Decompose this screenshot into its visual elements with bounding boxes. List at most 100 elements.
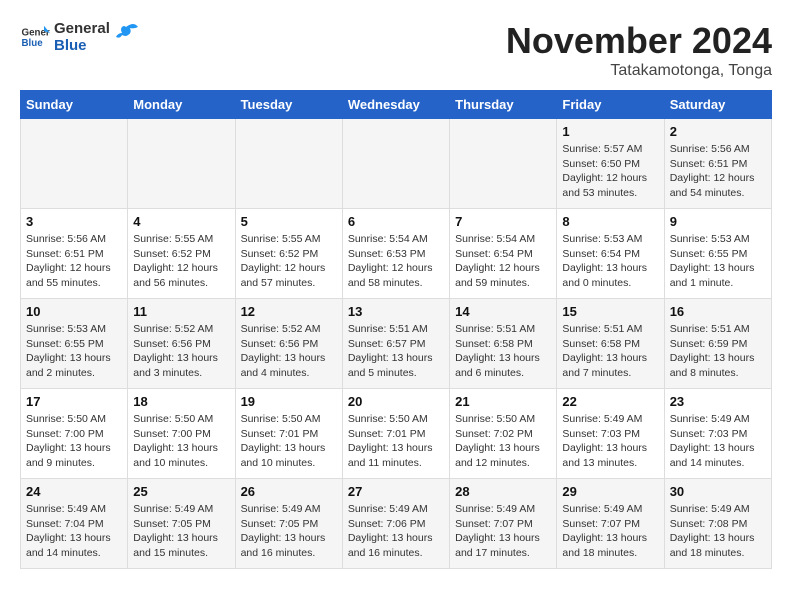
day-number: 26 [241, 484, 337, 499]
day-info: Sunrise: 5:50 AMSunset: 7:00 PMDaylight:… [133, 412, 229, 471]
calendar-table: SundayMondayTuesdayWednesdayThursdayFrid… [20, 90, 772, 569]
calendar-day-cell: 2 Sunrise: 5:56 AMSunset: 6:51 PMDaylight… [664, 119, 771, 209]
day-info: Sunrise: 5:51 AMSunset: 6:57 PMDaylight:… [348, 322, 444, 381]
day-number: 16 [670, 304, 766, 319]
day-info: Sunrise: 5:49 AMSunset: 7:05 PMDaylight:… [133, 502, 229, 561]
empty-day-cell [342, 119, 449, 209]
day-number: 19 [241, 394, 337, 409]
day-info: Sunrise: 5:49 AMSunset: 7:03 PMDaylight:… [562, 412, 658, 471]
empty-day-cell [21, 119, 128, 209]
day-number: 6 [348, 214, 444, 229]
day-number: 25 [133, 484, 229, 499]
day-number: 23 [670, 394, 766, 409]
calendar-day-cell: 17Sunrise: 5:50 AMSunset: 7:00 PMDayligh… [21, 389, 128, 479]
logo-general: General [54, 20, 110, 37]
weekday-header-monday: Monday [128, 91, 235, 119]
day-number: 28 [455, 484, 551, 499]
day-info: Sunrise: 5:50 AMSunset: 7:01 PMDaylight:… [241, 412, 337, 471]
day-number: 9 [670, 214, 766, 229]
day-number: 22 [562, 394, 658, 409]
location: Tatakamotonga, Tonga [506, 62, 772, 80]
calendar-week-row: 3Sunrise: 5:56 AMSunset: 6:51 PMDaylight… [21, 209, 772, 299]
calendar-day-cell: 13 Sunrise: 5:51 AMSunset: 6:57 PMDayligh… [342, 299, 449, 389]
day-info: Sunrise: 5:49 AMSunset: 7:04 PMDaylight:… [26, 502, 122, 561]
day-number: 13 [348, 304, 444, 319]
weekday-header-friday: Friday [557, 91, 664, 119]
calendar-day-cell: 24 Sunrise: 5:49 AMSunset: 7:04 PMDayligh… [21, 479, 128, 569]
day-info: Sunrise: 5:49 AMSunset: 7:07 PMDaylight:… [562, 502, 658, 561]
day-number: 14 [455, 304, 551, 319]
calendar-day-cell: 9 Sunrise: 5:53 AMSunset: 6:55 PMDaylight… [664, 209, 771, 299]
calendar-day-cell: 12Sunrise: 5:52 AMSunset: 6:56 PMDayligh… [235, 299, 342, 389]
weekday-header-thursday: Thursday [450, 91, 557, 119]
day-info: Sunrise: 5:50 AMSunset: 7:01 PMDaylight:… [348, 412, 444, 471]
empty-day-cell [235, 119, 342, 209]
empty-day-cell [128, 119, 235, 209]
day-number: 18 [133, 394, 229, 409]
page-header: General Blue General Blue November 2024 … [20, 20, 772, 80]
day-number: 27 [348, 484, 444, 499]
day-number: 17 [26, 394, 122, 409]
calendar-day-cell: 5Sunrise: 5:55 AMSunset: 6:52 PMDaylight… [235, 209, 342, 299]
empty-day-cell [450, 119, 557, 209]
calendar-day-cell: 22 Sunrise: 5:49 AMSunset: 7:03 PMDayligh… [557, 389, 664, 479]
weekday-header-sunday: Sunday [21, 91, 128, 119]
calendar-day-cell: 4 Sunrise: 5:55 AMSunset: 6:52 PMDaylight… [128, 209, 235, 299]
day-number: 29 [562, 484, 658, 499]
calendar-day-cell: 6 Sunrise: 5:54 AMSunset: 6:53 PMDaylight… [342, 209, 449, 299]
svg-text:Blue: Blue [22, 38, 44, 49]
day-info: Sunrise: 5:56 AMSunset: 6:51 PMDaylight:… [26, 232, 122, 291]
day-number: 1 [562, 124, 658, 139]
day-info: Sunrise: 5:57 AMSunset: 6:50 PMDaylight:… [562, 142, 658, 201]
day-number: 24 [26, 484, 122, 499]
day-info: Sunrise: 5:53 AMSunset: 6:55 PMDaylight:… [670, 232, 766, 291]
calendar-day-cell: 7 Sunrise: 5:54 AMSunset: 6:54 PMDaylight… [450, 209, 557, 299]
day-number: 2 [670, 124, 766, 139]
calendar-day-cell: 10Sunrise: 5:53 AMSunset: 6:55 PMDayligh… [21, 299, 128, 389]
calendar-day-cell: 14 Sunrise: 5:51 AMSunset: 6:58 PMDayligh… [450, 299, 557, 389]
weekday-header-tuesday: Tuesday [235, 91, 342, 119]
day-info: Sunrise: 5:51 AMSunset: 6:58 PMDaylight:… [455, 322, 551, 381]
day-info: Sunrise: 5:49 AMSunset: 7:05 PMDaylight:… [241, 502, 337, 561]
day-info: Sunrise: 5:53 AMSunset: 6:54 PMDaylight:… [562, 232, 658, 291]
calendar-day-cell: 30Sunrise: 5:49 AMSunset: 7:08 PMDayligh… [664, 479, 771, 569]
calendar-day-cell: 21 Sunrise: 5:50 AMSunset: 7:02 PMDayligh… [450, 389, 557, 479]
calendar-day-cell: 8 Sunrise: 5:53 AMSunset: 6:54 PMDaylight… [557, 209, 664, 299]
calendar-week-row: 24 Sunrise: 5:49 AMSunset: 7:04 PMDayligh… [21, 479, 772, 569]
logo-blue: Blue [54, 37, 87, 54]
calendar-day-cell: 18 Sunrise: 5:50 AMSunset: 7:00 PMDayligh… [128, 389, 235, 479]
weekday-header-saturday: Saturday [664, 91, 771, 119]
day-number: 15 [562, 304, 658, 319]
day-number: 7 [455, 214, 551, 229]
day-number: 20 [348, 394, 444, 409]
day-number: 21 [455, 394, 551, 409]
day-info: Sunrise: 5:50 AMSunset: 7:02 PMDaylight:… [455, 412, 551, 471]
title-block: November 2024 Tatakamotonga, Tonga [506, 20, 772, 80]
logo-bird-icon [112, 19, 140, 47]
day-info: Sunrise: 5:55 AMSunset: 6:52 PMDaylight:… [133, 232, 229, 291]
day-info: Sunrise: 5:54 AMSunset: 6:53 PMDaylight:… [348, 232, 444, 291]
day-info: Sunrise: 5:56 AMSunset: 6:51 PMDaylight:… [670, 142, 766, 201]
day-number: 11 [133, 304, 229, 319]
calendar-day-cell: 29 Sunrise: 5:49 AMSunset: 7:07 PMDayligh… [557, 479, 664, 569]
day-info: Sunrise: 5:51 AMSunset: 6:58 PMDaylight:… [562, 322, 658, 381]
day-info: Sunrise: 5:54 AMSunset: 6:54 PMDaylight:… [455, 232, 551, 291]
calendar-day-cell: 25 Sunrise: 5:49 AMSunset: 7:05 PMDayligh… [128, 479, 235, 569]
calendar-week-row: 10Sunrise: 5:53 AMSunset: 6:55 PMDayligh… [21, 299, 772, 389]
logo-icon: General Blue [20, 22, 50, 52]
calendar-day-cell: 15 Sunrise: 5:51 AMSunset: 6:58 PMDayligh… [557, 299, 664, 389]
calendar-day-cell: 27Sunrise: 5:49 AMSunset: 7:06 PMDayligh… [342, 479, 449, 569]
day-number: 4 [133, 214, 229, 229]
calendar-day-cell: 19 Sunrise: 5:50 AMSunset: 7:01 PMDayligh… [235, 389, 342, 479]
calendar-week-row: 1 Sunrise: 5:57 AMSunset: 6:50 PMDaylight… [21, 119, 772, 209]
calendar-day-cell: 16Sunrise: 5:51 AMSunset: 6:59 PMDayligh… [664, 299, 771, 389]
day-info: Sunrise: 5:52 AMSunset: 6:56 PMDaylight:… [133, 322, 229, 381]
calendar-day-cell: 1 Sunrise: 5:57 AMSunset: 6:50 PMDaylight… [557, 119, 664, 209]
day-info: Sunrise: 5:49 AMSunset: 7:03 PMDaylight:… [670, 412, 766, 471]
day-info: Sunrise: 5:49 AMSunset: 7:08 PMDaylight:… [670, 502, 766, 561]
day-number: 8 [562, 214, 658, 229]
day-number: 12 [241, 304, 337, 319]
day-info: Sunrise: 5:55 AMSunset: 6:52 PMDaylight:… [241, 232, 337, 291]
day-number: 10 [26, 304, 122, 319]
weekday-header-row: SundayMondayTuesdayWednesdayThursdayFrid… [21, 91, 772, 119]
